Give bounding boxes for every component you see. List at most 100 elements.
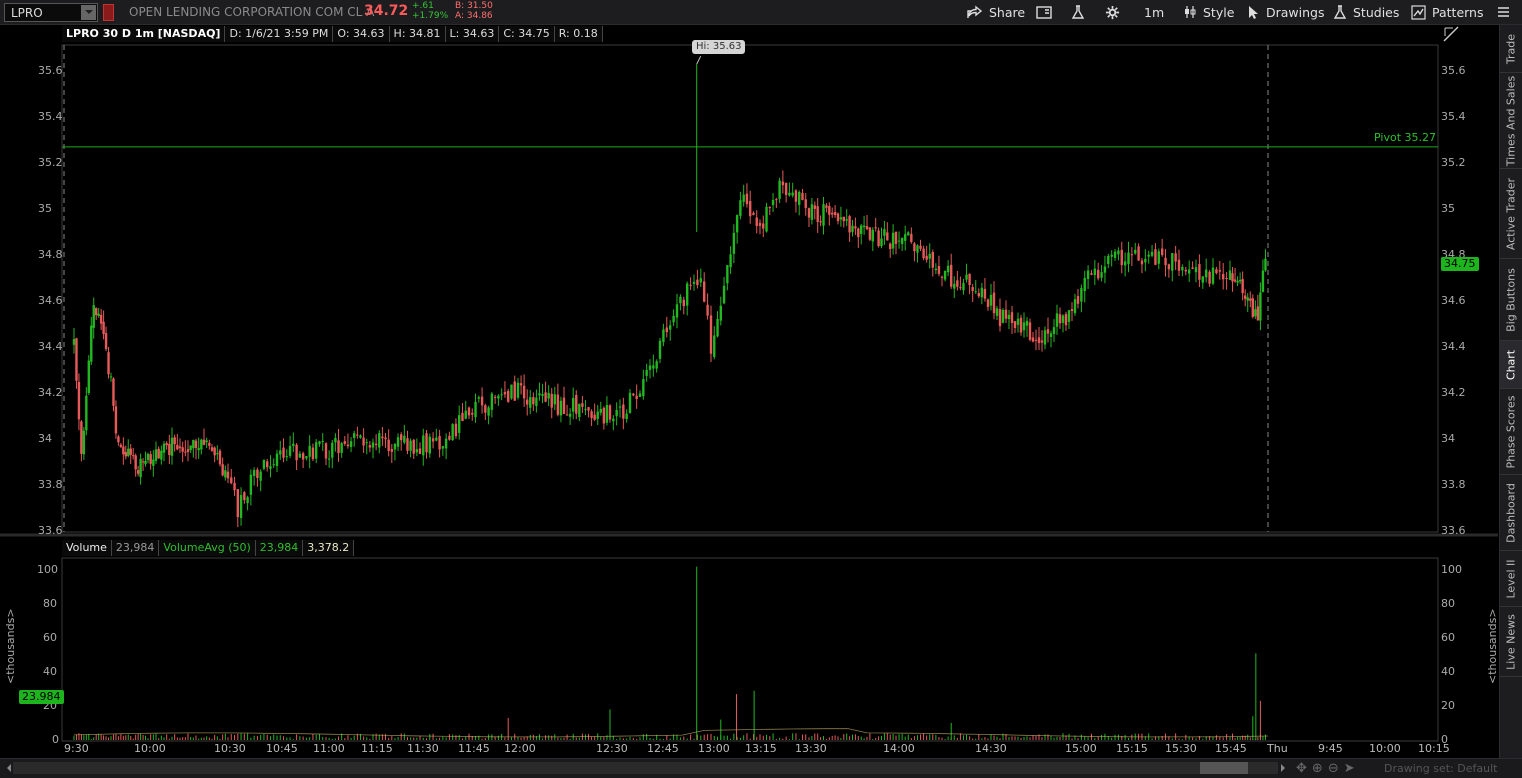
style-button[interactable]: Style xyxy=(1183,0,1234,24)
drawing-set-label: Drawing set: Default xyxy=(1384,762,1498,775)
candle-body xyxy=(337,440,340,454)
candle-body xyxy=(1167,264,1171,270)
candle-body xyxy=(168,443,171,456)
zoom-out-icon[interactable]: ⊖ xyxy=(1328,761,1339,776)
candle-body xyxy=(848,216,851,233)
candle-body xyxy=(1113,251,1117,258)
candle-body xyxy=(934,268,938,271)
candle-body xyxy=(1264,258,1267,271)
candle-body xyxy=(77,381,81,420)
candle-body xyxy=(474,401,477,418)
candle-body xyxy=(836,213,840,222)
tab-phase-scores[interactable]: Phase Scores xyxy=(1500,389,1522,475)
tab-times-and-sales[interactable]: Times And Sales xyxy=(1500,73,1522,169)
menu-button[interactable] xyxy=(1497,0,1510,24)
gear-icon xyxy=(1105,5,1120,19)
settings-button[interactable] xyxy=(1105,0,1120,24)
candle-body xyxy=(825,205,828,208)
candle-body xyxy=(500,394,503,396)
tab-chart[interactable]: Chart xyxy=(1500,341,1522,389)
candle-body xyxy=(810,204,814,220)
snapshot-button[interactable] xyxy=(1036,0,1052,24)
volume-tick-label: 20 xyxy=(1441,699,1455,712)
time-tick-label: 11:30 xyxy=(407,742,439,755)
studies-button[interactable]: Studies xyxy=(1333,0,1399,24)
tab-active-trader[interactable]: Active Trader xyxy=(1500,169,1522,259)
candle-body xyxy=(1205,269,1208,278)
candle-body xyxy=(197,448,200,451)
chart-symbol: LPRO 30 D 1m [NASDAQ] xyxy=(62,26,226,42)
scroll-right-arrow[interactable] xyxy=(1281,764,1289,772)
timeframe-button[interactable]: 1m xyxy=(1144,0,1164,24)
candle-body xyxy=(916,245,919,253)
candle-body xyxy=(755,217,758,226)
candle-body xyxy=(1110,254,1113,257)
candle-body xyxy=(318,441,321,445)
flask-button[interactable] xyxy=(1071,0,1085,24)
flag-icon[interactable] xyxy=(103,4,114,21)
candle-body xyxy=(285,456,288,458)
drawing-tool-button[interactable] xyxy=(1443,26,1461,45)
candle-body xyxy=(596,411,599,419)
bar-range: R: 0.18 xyxy=(554,26,603,42)
candle-body xyxy=(1080,288,1083,302)
time-tick-label: 9:45 xyxy=(1318,742,1343,755)
candle-body xyxy=(371,442,375,448)
candle-body xyxy=(953,283,956,289)
candle-body xyxy=(334,437,337,443)
volume-info-bar: Volume 23,984 VolumeAvg (50) 23,984 3,37… xyxy=(62,540,355,556)
chevron-down-icon[interactable] xyxy=(81,5,96,20)
company-name: OPEN LENDING CORPORATION COM CL A xyxy=(129,5,375,19)
candle-body xyxy=(922,248,925,259)
candle-body xyxy=(628,392,632,413)
candle-body xyxy=(1067,310,1071,322)
tab-level-ii[interactable]: Level II xyxy=(1500,551,1522,607)
candle-body xyxy=(224,470,227,478)
tab-big-buttons[interactable]: Big Buttons xyxy=(1500,259,1522,341)
candle-body xyxy=(152,459,155,466)
candle-body xyxy=(359,435,362,438)
tab-live-news[interactable]: Live News xyxy=(1500,607,1522,677)
volume-value: 23,984 xyxy=(111,540,160,556)
pointer-icon[interactable]: ➤ xyxy=(1344,761,1355,776)
price-chart[interactable] xyxy=(0,25,1498,758)
candle-body xyxy=(1177,259,1181,271)
volume-avg-label: VolumeAvg (50) xyxy=(159,540,256,556)
candle-body xyxy=(381,436,384,439)
candle-body xyxy=(632,393,635,396)
symbol-selector[interactable]: LPRO xyxy=(4,3,98,22)
price-tick-label: 34.6 xyxy=(1441,294,1466,307)
crosshair-icon[interactable]: ✥ xyxy=(1296,761,1307,776)
time-scrollbar[interactable] xyxy=(13,762,1278,774)
candle-body xyxy=(200,439,203,450)
candle-body xyxy=(1049,333,1053,337)
scrollbar-thumb[interactable] xyxy=(1200,762,1248,774)
pattern-icon xyxy=(1411,4,1426,20)
candle-body xyxy=(587,407,590,411)
candle-body xyxy=(998,309,1002,327)
price-tick-label: 33.8 xyxy=(1441,478,1466,491)
candle-body xyxy=(1007,314,1011,320)
candle-body xyxy=(891,232,895,249)
drawings-button[interactable]: Drawings xyxy=(1247,0,1325,24)
candle-body xyxy=(1073,299,1077,314)
candle-body xyxy=(487,407,490,416)
candle-body xyxy=(431,438,435,442)
candle-body xyxy=(422,435,425,456)
share-button[interactable]: Share xyxy=(967,0,1025,24)
patterns-button[interactable]: Patterns xyxy=(1411,0,1483,24)
candle-body xyxy=(726,265,729,284)
candle-body xyxy=(819,221,822,223)
candle-body xyxy=(493,396,497,398)
tab-dashboard[interactable]: Dashboard xyxy=(1500,475,1522,551)
volume-tick-label: 40 xyxy=(43,665,57,678)
zoom-in-icon[interactable]: ⊕ xyxy=(1312,761,1323,776)
time-tick-label: 12:00 xyxy=(504,742,536,755)
volume-label: Volume xyxy=(62,540,112,556)
change-abs: +.61 xyxy=(412,1,434,11)
candle-body xyxy=(851,225,854,232)
tab-trade[interactable]: Trade xyxy=(1500,25,1522,73)
candle-body xyxy=(937,265,941,274)
scroll-left-arrow[interactable] xyxy=(3,764,11,772)
ohlc-info-bar: LPRO 30 D 1m [NASDAQ] D: 1/6/21 3:59 PM … xyxy=(62,26,603,42)
